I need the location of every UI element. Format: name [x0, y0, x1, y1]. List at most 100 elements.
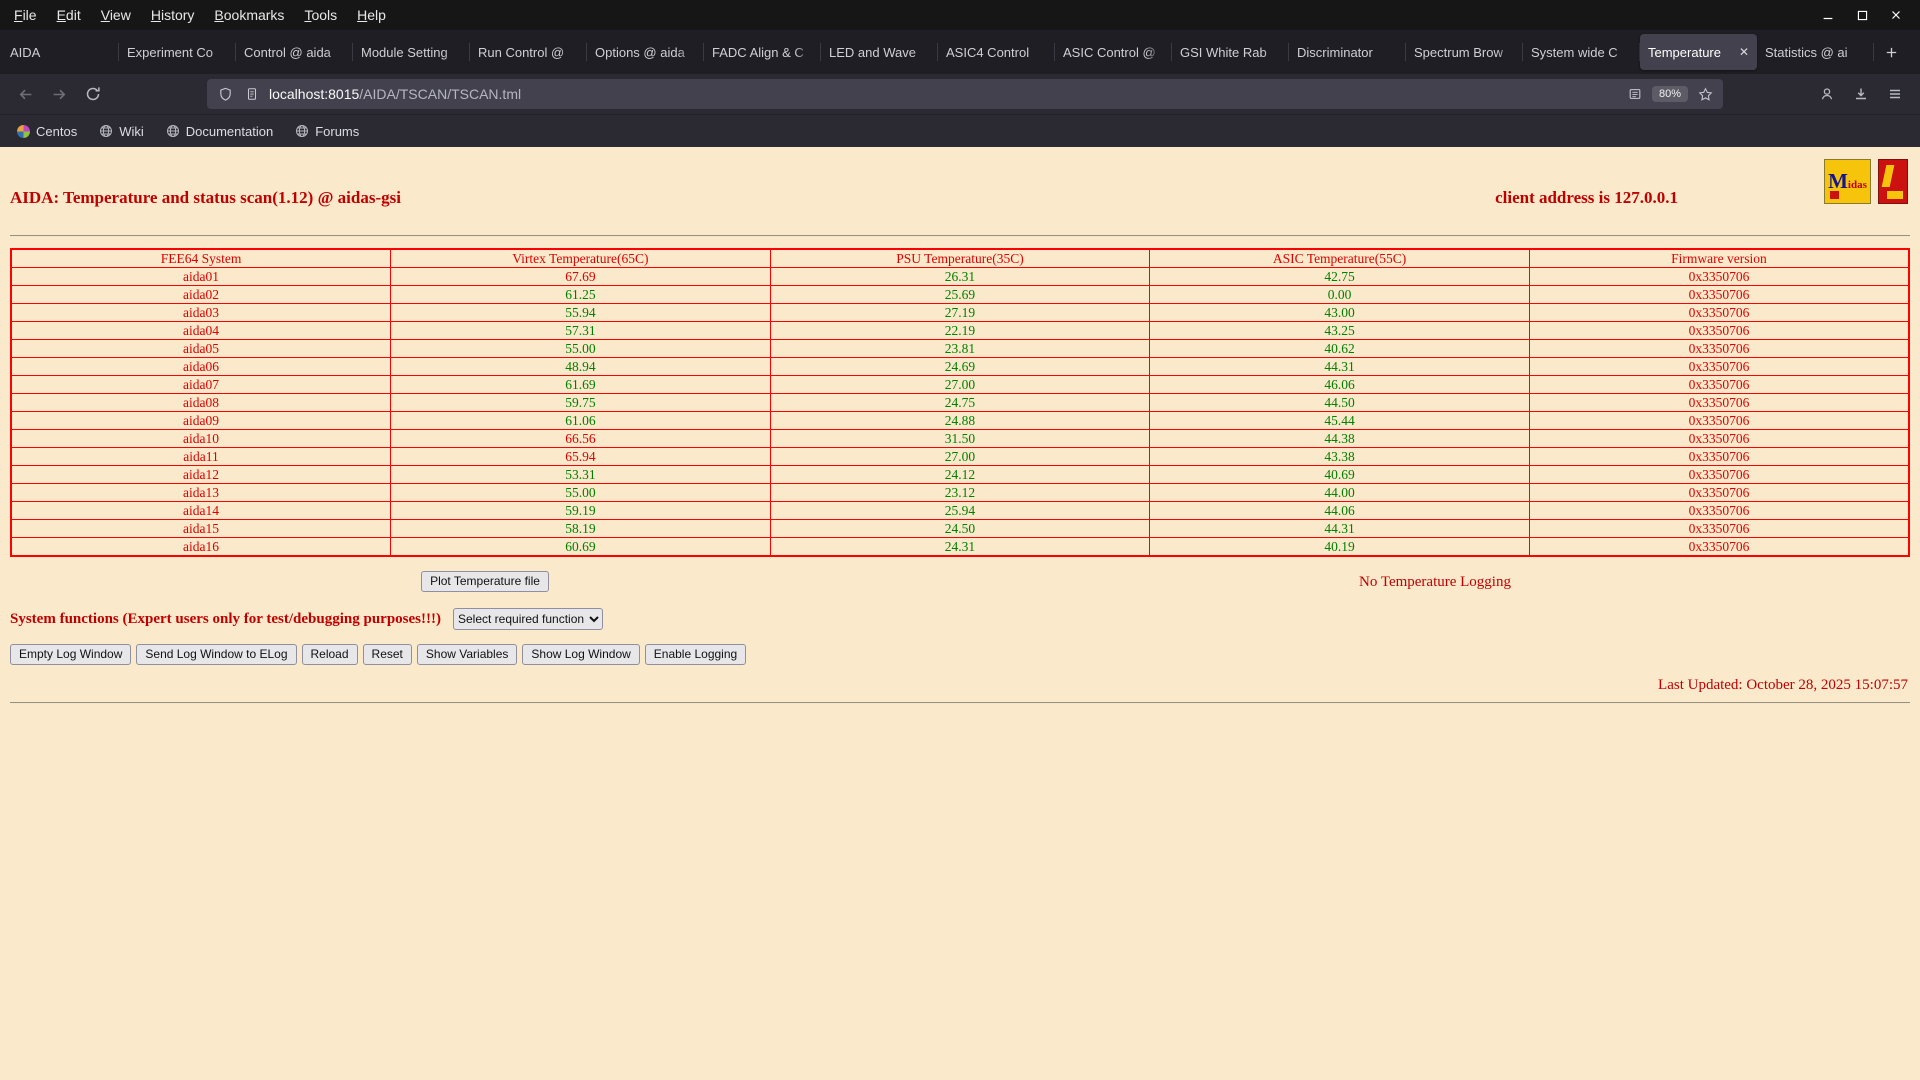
browser-tab[interactable]: Discriminator [1289, 34, 1406, 70]
firmware-version: 0x3350706 [1528, 447, 1910, 466]
table-row: aida08 59.75 24.75 44.50 0x3350706 [10, 393, 1910, 412]
gsi-logo [1878, 159, 1908, 204]
reset-button[interactable]: Reset [362, 644, 412, 665]
asic-temperature: 44.31 [1149, 357, 1530, 376]
menu-help[interactable]: Help [347, 7, 396, 23]
gsi-logo-shape [1887, 191, 1903, 199]
virtex-temperature: 67.69 [390, 267, 771, 286]
psu-temperature: 24.75 [769, 393, 1151, 412]
table-row: aida02 61.25 25.69 0.00 0x3350706 [10, 285, 1910, 304]
firmware-version: 0x3350706 [1528, 321, 1910, 340]
menu-view[interactable]: View [91, 7, 141, 23]
close-button[interactable] [1888, 7, 1904, 23]
bookmark-wiki[interactable]: Wiki [99, 124, 144, 139]
logos: Midas [1824, 159, 1908, 204]
reload-button[interactable]: Reload [301, 644, 358, 665]
globe-icon [166, 124, 180, 138]
maximize-button[interactable] [1854, 7, 1870, 23]
browser-tab[interactable]: AIDA [2, 34, 119, 70]
browser-tab[interactable]: FADC Align & C [704, 34, 821, 70]
globe-icon [295, 124, 309, 138]
browser-tab[interactable]: System wide C [1523, 34, 1640, 70]
page-header: AIDA: Temperature and status scan(1.12) … [10, 147, 1910, 227]
table-row: aida14 59.19 25.94 44.06 0x3350706 [10, 501, 1910, 520]
bookmark-forums[interactable]: Forums [295, 124, 359, 139]
fee64-name: aida11 [10, 447, 392, 466]
virtex-temperature: 55.00 [390, 483, 771, 502]
psu-temperature: 24.31 [769, 537, 1151, 557]
show-log-window-button[interactable]: Show Log Window [522, 644, 640, 665]
fee64-name: aida13 [10, 483, 392, 502]
bookmarks-bar-items: Centos Wiki Documentation Forums [16, 124, 359, 139]
empty-log-window-button[interactable]: Empty Log Window [10, 644, 132, 665]
reload-icon[interactable] [78, 79, 108, 109]
url-bar[interactable]: localhost:8015/AIDA/TSCAN/TSCAN.tml 80% [207, 79, 1723, 109]
send-log-window-to-elog-button[interactable]: Send Log Window to ELog [136, 644, 297, 665]
browser-tab[interactable]: ASIC Control @ [1055, 34, 1172, 70]
tab-label: GSI White Rab [1180, 44, 1267, 60]
zoom-level-badge[interactable]: 80% [1651, 86, 1688, 102]
tab-label: Temperature [1648, 44, 1721, 60]
bookmark-centos[interactable]: Centos [16, 124, 77, 139]
browser-tab[interactable]: ASIC4 Control [938, 34, 1055, 70]
browser-chrome: File Edit View History Bookmarks Tools Help AI… [0, 0, 1920, 147]
virtex-temperature: 61.25 [390, 285, 771, 304]
table-row: aida04 57.31 22.19 43.25 0x3350706 [10, 321, 1910, 340]
system-function-select[interactable]: Select required function [452, 608, 603, 630]
browser-tab[interactable]: Spectrum Brow [1406, 34, 1523, 70]
virtex-temperature: 59.75 [390, 393, 771, 412]
psu-temperature: 27.19 [769, 303, 1151, 322]
show-variables-button[interactable]: Show Variables [416, 644, 518, 665]
log-buttons-row: Empty Log Window Send Log Window to ELog R… [10, 644, 1910, 665]
back-icon[interactable] [10, 79, 40, 109]
reader-view-icon[interactable] [1625, 84, 1645, 104]
bookmark-star-icon[interactable] [1695, 84, 1715, 104]
menu-bar-items: File Edit View History Bookmarks Tools Help [4, 7, 396, 23]
downloads-icon[interactable] [1846, 79, 1876, 109]
forward-icon[interactable] [44, 79, 74, 109]
browser-tab[interactable]: LED and Wave [821, 34, 938, 70]
menu-file[interactable]: File [4, 7, 47, 23]
tab-close-icon[interactable]: ✕ [1739, 45, 1749, 59]
navigation-toolbar: localhost:8015/AIDA/TSCAN/TSCAN.tml 80% [0, 74, 1920, 114]
browser-tab[interactable]: Temperature ✕ [1640, 34, 1757, 70]
browser-tab[interactable]: Experiment Co [119, 34, 236, 70]
fee64-name: aida04 [10, 321, 392, 340]
psu-temperature: 24.12 [769, 465, 1151, 484]
psu-temperature: 23.12 [769, 483, 1151, 502]
asic-temperature: 40.62 [1149, 339, 1530, 358]
tab-label: Experiment Co [127, 44, 213, 60]
site-info-icon[interactable] [242, 84, 262, 104]
firmware-version: 0x3350706 [1528, 465, 1910, 484]
fee64-name: aida14 [10, 501, 392, 520]
fee64-name: aida06 [10, 357, 392, 376]
browser-tab[interactable]: Control @ aida [236, 34, 353, 70]
url-text[interactable]: localhost:8015/AIDA/TSCAN/TSCAN.tml [269, 86, 521, 102]
table-row: aida07 61.69 27.00 46.06 0x3350706 [10, 375, 1910, 394]
menu-edit[interactable]: Edit [47, 7, 91, 23]
plot-temperature-file-button[interactable]: Plot Temperature file [421, 571, 549, 592]
url-path: /AIDA/TSCAN/TSCAN.tml [359, 86, 522, 102]
enable-logging-button[interactable]: Enable Logging [644, 644, 747, 665]
firmware-version: 0x3350706 [1528, 429, 1910, 448]
menu-history[interactable]: History [141, 7, 205, 23]
minimize-button[interactable] [1820, 7, 1836, 23]
browser-tab[interactable]: Options @ aida [587, 34, 704, 70]
virtex-temperature: 65.94 [390, 447, 771, 466]
temperature-table-head-row: FEE64 System Virtex Temperature(65C) PSU T… [10, 248, 1910, 268]
bookmark-documentation[interactable]: Documentation [166, 124, 273, 139]
menu-bookmarks[interactable]: Bookmarks [204, 7, 294, 23]
menu-tools[interactable]: Tools [294, 7, 347, 23]
browser-tab[interactable]: GSI White Rab [1172, 34, 1289, 70]
browser-tab[interactable]: Statistics @ ai [1757, 34, 1874, 70]
asic-temperature: 44.50 [1149, 393, 1530, 412]
fee64-name: aida02 [10, 285, 392, 304]
shield-icon[interactable] [215, 84, 235, 104]
midas-logo: Midas [1824, 159, 1871, 204]
gsi-logo-shape [1881, 165, 1895, 187]
browser-tab[interactable]: Run Control @ [470, 34, 587, 70]
browser-tab[interactable]: Module Setting [353, 34, 470, 70]
new-tab-button[interactable] [1874, 35, 1908, 69]
account-icon[interactable] [1812, 79, 1842, 109]
menu-icon[interactable] [1880, 79, 1910, 109]
